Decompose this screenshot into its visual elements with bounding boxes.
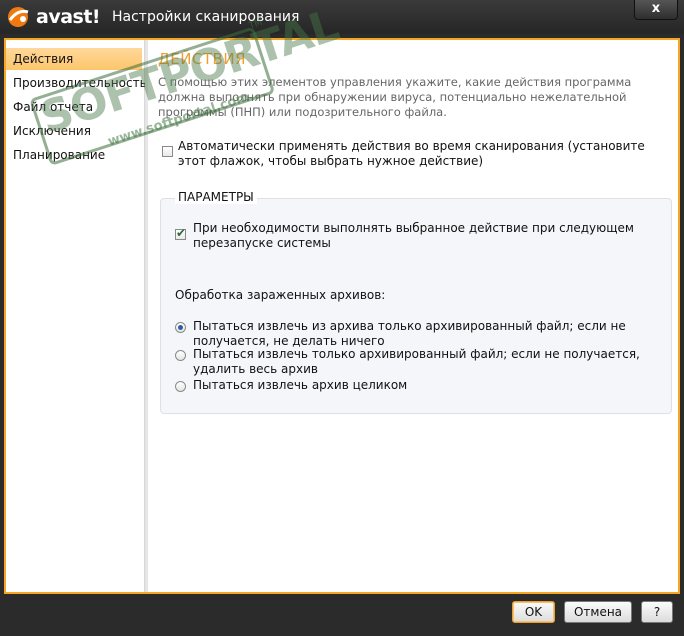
content-panel: Действия Производительность Файл отчета …	[6, 0, 678, 592]
sidebar-item-scheduling[interactable]: Планирование	[6, 144, 142, 166]
avast-ball-icon	[8, 7, 29, 27]
close-button[interactable]: x	[634, 0, 678, 20]
footer-bar: OK Отмена ?	[0, 594, 684, 636]
archive-option-1-label: Пытаться извлечь из архива только архиви…	[193, 319, 626, 348]
params-group: ПАРАМЕТРЫ При необходимости выполнять вы…	[160, 190, 672, 414]
sidebar-item-actions[interactable]: Действия	[6, 48, 142, 70]
sidebar-item-exclusions[interactable]: Исключения	[6, 120, 142, 142]
restart-action-checkbox[interactable]	[175, 226, 186, 240]
main-panel: ДЕЙСТВИЯ С помощью этих элементов управл…	[152, 40, 678, 592]
sidebar-item-report-file[interactable]: Файл отчета	[6, 96, 142, 118]
archive-option-1-radio[interactable]	[175, 322, 186, 333]
content-frame: Действия Производительность Файл отчета …	[4, 0, 680, 594]
close-icon: x	[651, 1, 661, 16]
ok-button[interactable]: OK	[512, 601, 555, 623]
window-title: Настройки сканирования	[112, 9, 300, 25]
archives-label: Обработка зараженных архивов:	[175, 288, 386, 302]
archive-option-3-label: Пытаться извлечь архив целиком	[193, 378, 408, 392]
help-button[interactable]: ?	[641, 601, 673, 623]
page-title: ДЕЙСТВИЯ	[158, 50, 246, 68]
avast-logo: avast!	[6, 5, 101, 29]
params-group-title: ПАРАМЕТРЫ	[175, 190, 257, 204]
sidebar: Действия Производительность Файл отчета …	[6, 40, 147, 592]
archive-option-2-label: Пытаться извлечь только архивированный ф…	[193, 347, 640, 376]
restart-action-label: При необходимости выполнять выбранное де…	[193, 221, 634, 250]
logo-text: avast!	[36, 6, 101, 28]
archive-option-2-radio[interactable]	[175, 350, 186, 361]
cancel-button[interactable]: Отмена	[564, 601, 632, 623]
settings-window: avast! Настройки сканирования x Действия…	[0, 0, 684, 636]
auto-apply-label: Автоматически применять действия во врем…	[178, 139, 645, 168]
sidebar-divider	[145, 40, 148, 592]
title-bar[interactable]: avast! Настройки сканирования x	[0, 0, 684, 34]
auto-apply-checkbox[interactable]	[162, 146, 173, 157]
archive-option-3-radio[interactable]	[175, 381, 186, 392]
sidebar-item-performance[interactable]: Производительность	[6, 72, 147, 94]
page-description: С помощью этих элементов управления укаж…	[158, 75, 632, 119]
